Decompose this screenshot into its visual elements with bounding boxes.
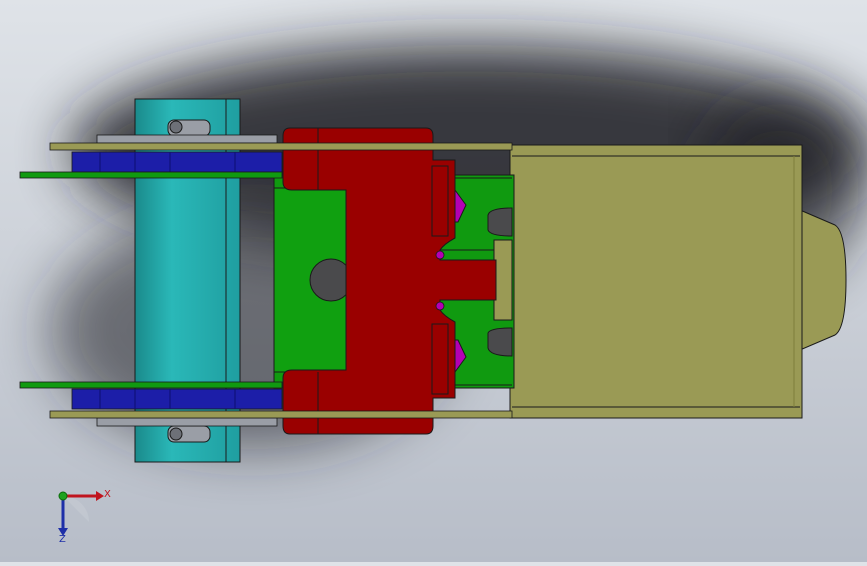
y-axis-arrow bbox=[58, 491, 68, 501]
bolt-bottom bbox=[167, 425, 211, 443]
cad-model-svg: X Z bbox=[19, 45, 867, 545]
coordinate-triad: X Z bbox=[58, 489, 111, 545]
bolt-top bbox=[167, 119, 211, 137]
housing[interactable] bbox=[509, 144, 847, 419]
cad-viewport[interactable]: X Z bbox=[0, 0, 867, 562]
follower-pin bbox=[493, 239, 513, 321]
z-axis-label: Z bbox=[59, 534, 66, 545]
x-axis-label: X bbox=[104, 489, 111, 500]
